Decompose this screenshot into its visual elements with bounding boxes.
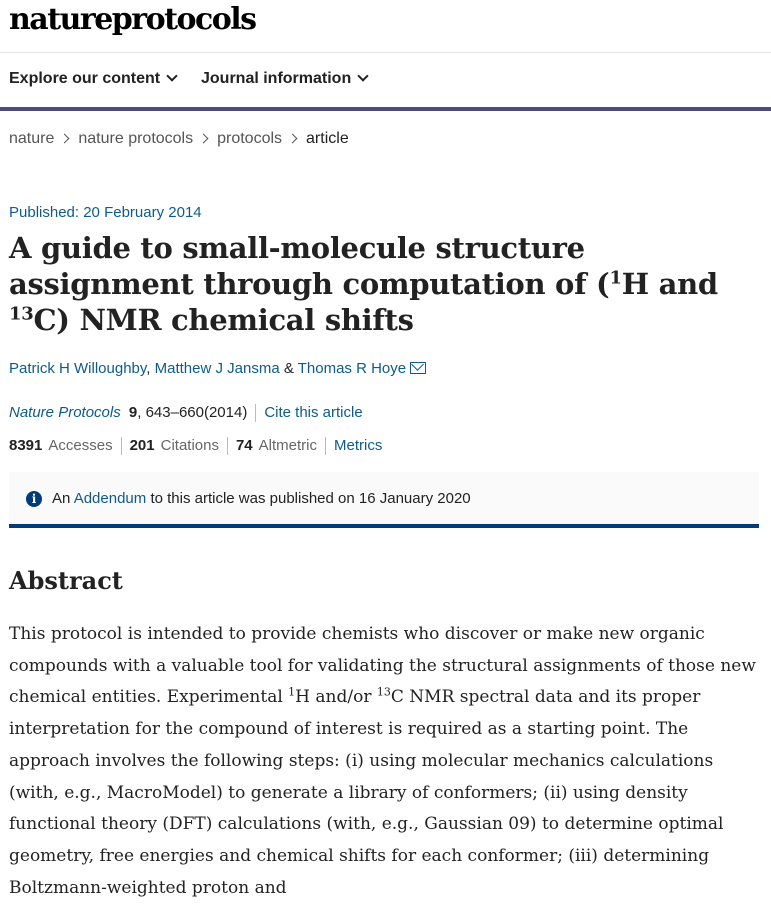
published-date: Published: 20 February 2014 — [9, 204, 202, 221]
journal-information-label: Journal information — [201, 70, 352, 87]
citations-label: Citations — [160, 437, 219, 454]
divider — [120, 437, 122, 456]
divider — [255, 404, 257, 423]
chevron-down-icon — [166, 70, 178, 82]
breadcrumb-nature-protocols[interactable]: nature protocols — [78, 130, 193, 147]
citation-line: Nature Protocols 9, 643–660(2014) Cite th… — [9, 404, 363, 423]
accesses-label: Accesses — [48, 437, 113, 454]
author-separator: , — [146, 360, 151, 377]
chevron-right-icon — [287, 133, 298, 144]
author-link[interactable]: Matthew J Jansma — [155, 360, 280, 377]
breadcrumb-protocols[interactable]: protocols — [217, 130, 282, 147]
main-nav: Explore our content Journal information — [0, 52, 771, 111]
explore-content-menu[interactable]: Explore our content — [9, 70, 178, 88]
volume: 9 — [128, 404, 138, 421]
breadcrumb-nature[interactable]: nature — [9, 130, 54, 147]
article-metrics: 8391 Accesses 201 Citations 74 Altmetric Metri… — [9, 437, 382, 456]
chevron-down-icon — [357, 70, 369, 82]
explore-content-label: Explore our content — [9, 70, 161, 87]
author-and: & — [283, 360, 294, 377]
addendum-notice: i An Addendum to this article was publis… — [9, 472, 759, 528]
author-link[interactable]: Patrick H Willoughby — [9, 360, 146, 377]
altmetric-count: 74 — [235, 437, 253, 454]
addendum-text: An Addendum to this article was publishe… — [52, 490, 471, 507]
email-icon[interactable] — [410, 362, 427, 374]
chevron-right-icon — [59, 133, 70, 144]
article-title: A guide to small-molecule structure assi… — [9, 231, 718, 337]
accesses-count: 8391 — [9, 437, 43, 454]
abstract-heading: Abstract — [9, 566, 123, 595]
cite-article-link[interactable]: Cite this article — [264, 404, 362, 421]
author-link[interactable]: Thomas R Hoye — [298, 360, 406, 377]
site-logo[interactable]: natureprotocols — [9, 2, 257, 37]
breadcrumb: nature nature protocols protocols article — [9, 130, 349, 148]
breadcrumb-current: article — [306, 130, 349, 147]
metrics-link[interactable]: Metrics — [334, 437, 382, 454]
info-icon: i — [26, 491, 42, 507]
altmetric-label: Altmetric — [258, 437, 317, 454]
divider — [226, 437, 228, 456]
abstract-text: This protocol is intended to provide che… — [9, 624, 756, 898]
pages: , 643–660(2014) — [137, 404, 248, 421]
addendum-link[interactable]: Addendum — [74, 490, 147, 507]
divider — [325, 437, 326, 456]
journal-information-menu[interactable]: Journal information — [201, 70, 369, 88]
citations-count: 201 — [129, 437, 155, 454]
author-list: Patrick H Willoughby, Matthew J Jansma &… — [9, 360, 427, 377]
journal-name[interactable]: Nature Protocols — [9, 404, 121, 421]
chevron-right-icon — [198, 133, 209, 144]
